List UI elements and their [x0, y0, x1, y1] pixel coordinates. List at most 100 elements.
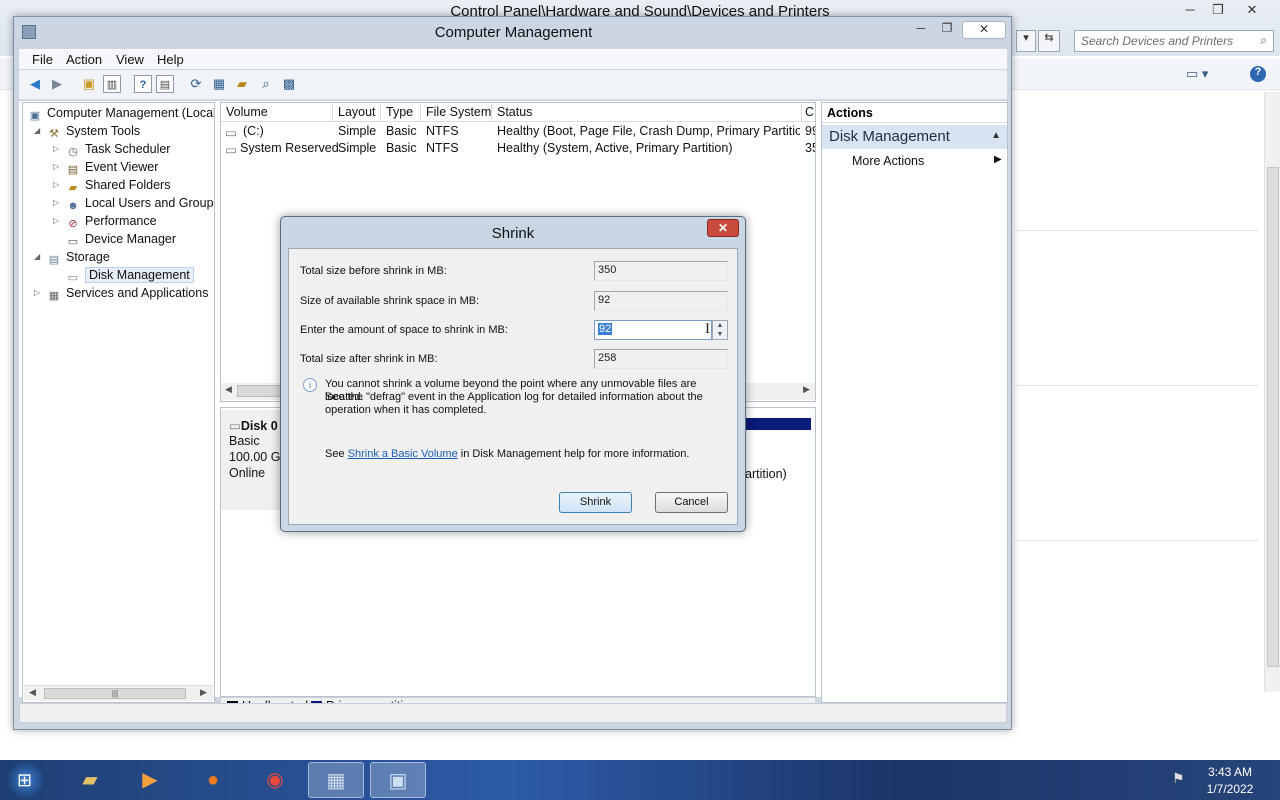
available-space-label: Size of available shrink space in MB:: [300, 295, 480, 307]
expand-icon[interactable]: ▷: [53, 140, 59, 158]
scroll-right-icon[interactable]: ▶: [200, 687, 207, 698]
action-center-flag-icon[interactable]: ⚑: [1172, 770, 1185, 787]
info-icon: i: [303, 378, 317, 392]
close-button[interactable]: ✕: [962, 21, 1006, 39]
maximize-button[interactable]: ❐: [936, 21, 958, 39]
expand-icon[interactable]: ▷: [53, 158, 59, 176]
shrink-amount-stepper[interactable]: ▲ ▼: [712, 320, 728, 340]
chrome-taskbar-icon[interactable]: ◉: [247, 762, 303, 798]
refresh-icon[interactable]: ⟳: [187, 75, 205, 93]
expand-icon[interactable]: ▷: [34, 284, 40, 302]
start-button[interactable]: ⊞: [6, 762, 46, 798]
menu-action[interactable]: Action: [66, 52, 102, 67]
back-icon[interactable]: ◀: [26, 75, 44, 93]
column-header-volume[interactable]: Volume: [221, 103, 333, 122]
show-hide-tree-icon[interactable]: ▥: [103, 75, 121, 93]
help-icon[interactable]: ?: [134, 75, 152, 93]
column-header-capacity[interactable]: C: [802, 103, 815, 122]
tree-item-shared-folders[interactable]: ▰ Shared Folders: [65, 176, 171, 194]
cancel-button[interactable]: Cancel: [655, 492, 728, 513]
control-panel-taskbar-icon[interactable]: ▦: [308, 762, 364, 798]
tree-item-system-tools[interactable]: ⚒ System Tools: [46, 122, 140, 140]
tree-item-performance[interactable]: ⊘ Performance: [65, 212, 156, 230]
tree-item-label: Services and Applications: [66, 286, 209, 300]
tree-item-event-viewer[interactable]: ▤ Event Viewer: [65, 158, 159, 176]
minimize-button[interactable]: ─: [910, 21, 932, 39]
view-options-icon[interactable]: ▭ ▾: [1186, 66, 1208, 82]
console-tree: ▣ Computer Management (Local ◢ ⚒ System To…: [22, 102, 215, 703]
bg-search-input[interactable]: Search Devices and Printers ⌕: [1074, 30, 1274, 52]
bg-minimize-button[interactable]: ─: [1176, 2, 1204, 20]
forward-icon[interactable]: ▶: [48, 75, 66, 93]
tree-item-storage[interactable]: ▤ Storage: [46, 248, 110, 266]
column-header-status[interactable]: Status: [492, 103, 802, 122]
shrink-button[interactable]: Shrink: [559, 492, 632, 513]
column-header-layout[interactable]: Layout: [333, 103, 381, 122]
tree-item-task-scheduler[interactable]: ◷ Task Scheduler: [65, 140, 170, 158]
disk-info-box[interactable]: ▭Disk 0 Basic 100.00 GB Online: [221, 410, 289, 510]
tree-horizontal-scrollbar[interactable]: ◀ ||| ▶: [24, 685, 213, 701]
decrement-icon[interactable]: ▼: [713, 330, 727, 339]
disk-icon: ▭: [67, 272, 79, 284]
media-player-taskbar-icon[interactable]: ▶: [122, 762, 178, 798]
file-explorer-taskbar-icon[interactable]: ▰: [62, 762, 118, 798]
actions-section-disk-management[interactable]: Disk Management ▲: [822, 125, 1007, 149]
dialog-close-button[interactable]: ✕: [707, 219, 739, 237]
show-action-pane-icon[interactable]: ▤: [156, 75, 174, 93]
menu-help[interactable]: Help: [157, 52, 184, 67]
menu-file[interactable]: File: [32, 52, 53, 67]
tree-item-label: Shared Folders: [85, 178, 171, 192]
cell-capacity: 99: [805, 124, 815, 138]
drive-icon: ▭: [225, 143, 237, 157]
partition-label[interactable]: artition): [745, 467, 787, 481]
scroll-left-icon[interactable]: ◀: [225, 384, 232, 395]
scrollbar-thumb[interactable]: [1267, 167, 1279, 667]
bg-dropdown-button[interactable]: ▾: [1016, 30, 1036, 52]
menu-bar: File Action View Help: [19, 49, 1007, 69]
scrollbar-thumb[interactable]: |||: [44, 688, 186, 699]
bg-close-button[interactable]: ✕: [1238, 2, 1266, 20]
increment-icon[interactable]: ▲: [713, 321, 727, 330]
bg-maximize-button[interactable]: ❐: [1204, 2, 1232, 20]
bg-vertical-scrollbar[interactable]: [1264, 92, 1280, 692]
expand-icon[interactable]: ▷: [53, 212, 59, 230]
collapse-icon[interactable]: ◢: [34, 248, 40, 266]
status-bar: [19, 703, 1007, 723]
collapse-icon[interactable]: ◢: [34, 122, 40, 140]
help-icon[interactable]: ?: [1250, 66, 1266, 82]
disk-settings-icon[interactable]: ▩: [280, 75, 298, 93]
cell-file-system: NTFS: [426, 141, 459, 155]
bg-refresh-button[interactable]: ⇆: [1038, 30, 1060, 52]
clock-time[interactable]: 3:43 AM: [1200, 765, 1260, 779]
firefox-taskbar-icon[interactable]: ●: [185, 762, 241, 798]
menu-view[interactable]: View: [116, 52, 144, 67]
partition-header-bar[interactable]: [745, 418, 811, 430]
search-icon[interactable]: ⌕: [257, 75, 275, 93]
tree-item-root[interactable]: ▣ Computer Management (Local: [27, 104, 214, 122]
up-folder-icon[interactable]: ▣: [80, 75, 98, 93]
collapse-icon[interactable]: ▲: [991, 130, 1001, 141]
computer-management-taskbar-icon[interactable]: ▣: [370, 762, 426, 798]
services-icon: ▦: [48, 290, 60, 302]
shrink-amount-input[interactable]: 92: [594, 320, 712, 340]
more-actions-item[interactable]: More Actions: [852, 154, 924, 168]
scroll-left-icon[interactable]: ◀: [29, 687, 36, 698]
expand-icon[interactable]: ▷: [53, 194, 59, 212]
cell-file-system: NTFS: [426, 124, 459, 138]
cell-volume: (C:): [243, 124, 264, 138]
disk-status: Online: [229, 466, 266, 480]
column-header-file-system[interactable]: File System: [421, 103, 492, 122]
properties-icon[interactable]: ▦: [210, 75, 228, 93]
scroll-right-icon[interactable]: ▶: [803, 384, 810, 395]
cell-type: Basic: [386, 124, 417, 138]
clock-date[interactable]: 1/7/2022: [1200, 782, 1260, 796]
expand-icon[interactable]: ▷: [53, 176, 59, 194]
column-header-type[interactable]: Type: [381, 103, 421, 122]
tree-item-services[interactable]: ▦ Services and Applications: [46, 284, 209, 302]
cell-volume: System Reserved: [240, 141, 339, 155]
tree-item-disk-management[interactable]: ▭ Disk Management: [65, 266, 194, 284]
tree-item-local-users[interactable]: ☻ Local Users and Groups: [65, 194, 214, 212]
open-folder-icon[interactable]: ▰: [233, 75, 251, 93]
tree-item-device-manager[interactable]: ▭ Device Manager: [65, 230, 176, 248]
shrink-basic-volume-link[interactable]: Shrink a Basic Volume: [348, 448, 458, 460]
